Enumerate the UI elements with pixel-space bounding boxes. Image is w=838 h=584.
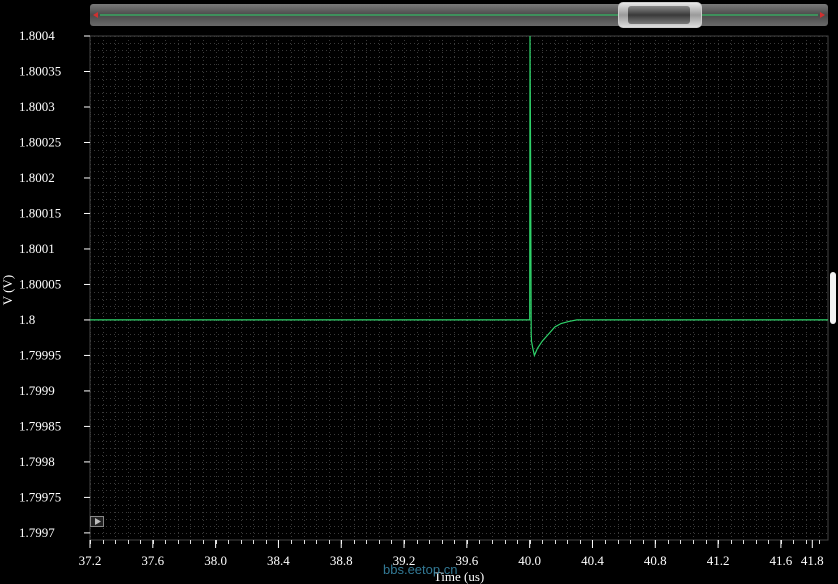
y-tick-label: 1.7998 xyxy=(19,454,55,469)
y-tick-label: 1.79995 xyxy=(19,347,61,362)
x-tick-label: 38.8 xyxy=(330,553,353,568)
overview-zoom-window[interactable] xyxy=(618,2,702,28)
y-tick-label: 1.8002 xyxy=(19,170,55,185)
y-tick-label: 1.80015 xyxy=(19,205,61,220)
x-tick-label: 41.8 xyxy=(801,553,824,568)
vertical-scroll-handle[interactable] xyxy=(830,272,836,324)
overview-window-handle[interactable] xyxy=(628,6,690,24)
overview-scrollbar[interactable] xyxy=(90,4,828,26)
y-tick-label: 1.8003 xyxy=(19,99,55,114)
x-tick-label: 37.2 xyxy=(79,553,102,568)
x-tick-label: 41.6 xyxy=(770,553,793,568)
plot-frame xyxy=(89,35,829,541)
x-tick-label: 40.0 xyxy=(518,553,541,568)
y-tick-label: 1.80005 xyxy=(19,276,61,291)
y-tick-label: 1.8 xyxy=(19,312,35,327)
y-tick-label: 1.8001 xyxy=(19,241,55,256)
x-tick-label: 40.4 xyxy=(581,553,604,568)
x-tick-label: 40.8 xyxy=(644,553,667,568)
y-tick-label: 1.7997 xyxy=(19,525,55,540)
series-line-0 xyxy=(90,35,828,358)
watermark-text: bbs.eetop.cn xyxy=(383,562,458,577)
waveform-plot[interactable]: 37.2 37.6 38.0 38.4 38.8 39.2 39.6 40.0 40.4 40.8… xyxy=(0,0,838,584)
x-tick-label: 39.6 xyxy=(455,553,478,568)
x-tick-label: 41.2 xyxy=(707,553,730,568)
y-tick-label: 1.7999 xyxy=(19,383,55,398)
y-tick-label: 1.79975 xyxy=(19,489,61,504)
y-axis-label: V (V) xyxy=(0,275,15,305)
x-tick-label: 38.4 xyxy=(267,553,290,568)
expand-legend-icon[interactable] xyxy=(90,516,104,527)
x-tick-label: 38.0 xyxy=(204,553,227,568)
y-tick-label: 1.80025 xyxy=(19,134,61,149)
y-tick-label: 1.80035 xyxy=(19,63,61,78)
y-tick-label: 1.79985 xyxy=(19,418,61,433)
y-tick-label: 1.8004 xyxy=(19,28,55,43)
x-tick-label: 37.6 xyxy=(141,553,164,568)
